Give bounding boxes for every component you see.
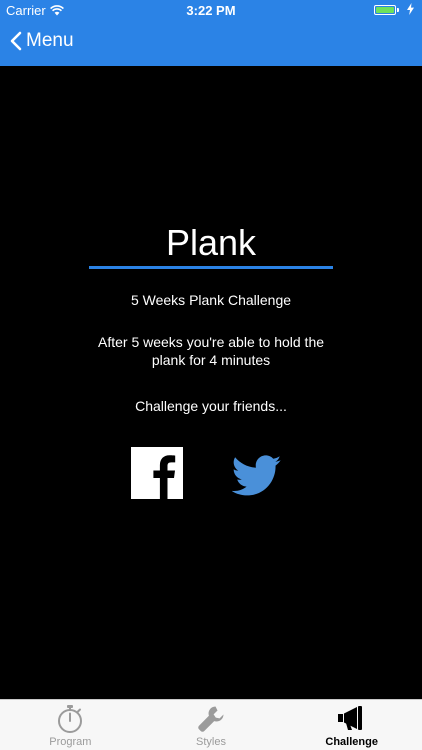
challenge-description: After 5 weeks you're able to hold the pl… — [97, 334, 325, 368]
tab-program-label: Program — [49, 736, 92, 748]
twitter-icon — [232, 455, 282, 496]
stopwatch-icon — [58, 705, 83, 733]
tab-program[interactable]: Program — [0, 700, 141, 750]
chevron-left-icon — [10, 31, 22, 51]
battery-level — [376, 7, 394, 13]
wrench-icon — [198, 706, 224, 732]
back-button[interactable]: Menu — [10, 30, 74, 52]
facebook-share-button[interactable] — [131, 447, 183, 499]
tab-styles-label: Styles — [196, 736, 226, 748]
back-button-label: Menu — [26, 30, 74, 51]
charging-icon — [407, 3, 414, 15]
status-bar: Carrier 3:22 PM — [0, 0, 422, 22]
top-bar: Carrier 3:22 PM Menu — [0, 0, 422, 66]
challenge-title: Plank — [165, 222, 257, 263]
tab-challenge[interactable]: Challenge — [281, 700, 422, 750]
battery-icon — [374, 5, 399, 15]
challenge-cta: Challenge your friends... — [135, 398, 287, 414]
title-underline — [89, 266, 333, 269]
nav-bar: Menu — [0, 22, 422, 66]
megaphone-icon — [337, 706, 362, 730]
challenge-screen: Plank 5 Weeks Plank Challenge After 5 we… — [0, 66, 422, 699]
tab-challenge-label: Challenge — [325, 736, 378, 748]
tab-bar: Program Styles Challenge — [0, 699, 422, 750]
challenge-subtitle: 5 Weeks Plank Challenge — [130, 292, 292, 308]
twitter-share-button[interactable] — [232, 455, 282, 497]
tab-styles[interactable]: Styles — [141, 700, 282, 750]
clock: 3:22 PM — [186, 3, 236, 18]
